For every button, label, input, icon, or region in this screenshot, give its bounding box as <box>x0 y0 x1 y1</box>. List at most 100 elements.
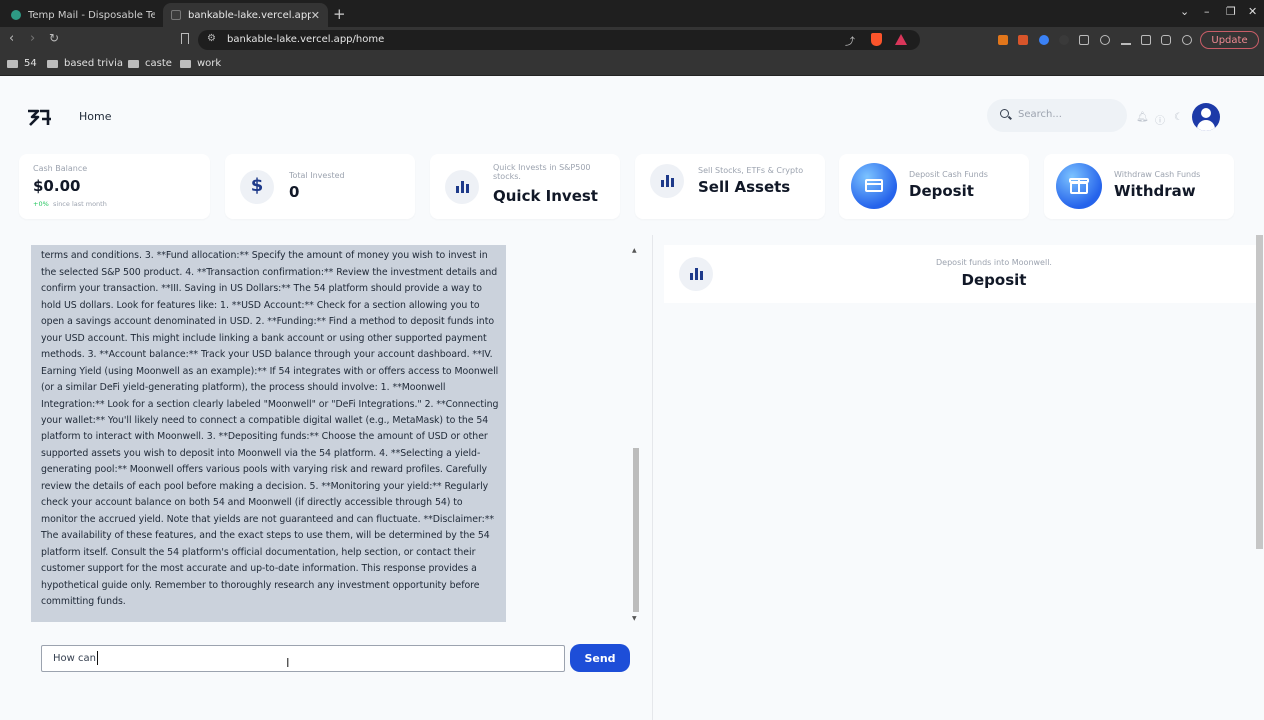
brave-rewards-icon[interactable] <box>895 34 907 45</box>
app-logo-icon[interactable] <box>26 107 52 127</box>
brave-shields-icon[interactable] <box>871 33 882 46</box>
card-label: Withdraw Cash Funds <box>1114 170 1201 179</box>
sell-assets-card[interactable]: Sell Stocks, ETFs & Crypto Sell Assets <box>635 154 825 219</box>
bookmark-folder-54[interactable]: 54 <box>7 58 37 69</box>
total-invested-card: $ Total Invested 0 <box>225 154 415 219</box>
minimize-icon[interactable]: – <box>1204 5 1210 18</box>
bookmark-label: work <box>197 58 222 69</box>
chat-message-bubble: Regulatory requirements, and then follow… <box>31 245 506 622</box>
restore-icon[interactable]: ❐ <box>1226 5 1236 18</box>
card-label: Cash Balance <box>33 164 88 173</box>
wallet-icon[interactable] <box>1161 35 1171 45</box>
tab-title: Temp Mail - Disposable Tem <box>28 9 155 21</box>
sell-assets-title: Sell Assets <box>698 178 791 196</box>
browser-tab-bar: Temp Mail - Disposable Tem bankable-lake… <box>0 0 1264 27</box>
withdraw-card[interactable]: Withdraw Cash Funds Withdraw <box>1044 154 1234 219</box>
folder-icon <box>47 59 58 68</box>
tab-bankable-lake[interactable]: bankable-lake.vercel.app/ ✕ <box>163 3 328 27</box>
cash-balance-card: Cash Balance $0.00 +0% since last month <box>19 154 210 219</box>
user-icon-body <box>1197 120 1215 131</box>
bookmark-label: 54 <box>24 58 37 69</box>
scroll-up-icon[interactable]: ▲ <box>632 247 637 254</box>
bell-icon[interactable]: 🔔︎ <box>1136 112 1149 123</box>
bookmark-page-icon[interactable] <box>181 33 189 44</box>
bookmarks-bar: 54 based trivia caste work <box>0 53 1264 76</box>
close-tab-icon[interactable]: ✕ <box>311 9 320 22</box>
change-note: since last month <box>53 200 107 208</box>
chat-input[interactable] <box>41 645 565 672</box>
bar-chart-icon <box>445 170 479 204</box>
close-window-icon[interactable]: ✕ <box>1248 5 1257 18</box>
deposit-panel: Deposit funds into Moonwell. Deposit <box>664 245 1258 303</box>
text-cursor <box>97 651 98 665</box>
bookmark-label: based trivia <box>64 58 123 69</box>
card-label: Quick Invests in S&P500 stocks. <box>493 163 591 181</box>
forward-icon[interactable]: › <box>30 31 35 46</box>
total-invested-value: 0 <box>289 183 300 201</box>
bookmark-folder-caste[interactable]: caste <box>128 58 172 69</box>
card-label: Total Invested <box>289 171 345 180</box>
bookmark-label: caste <box>145 58 172 69</box>
bookmark-folder-work[interactable]: work <box>180 58 221 69</box>
downloads-icon[interactable] <box>1121 35 1131 45</box>
search-input[interactable]: Search... <box>987 99 1127 132</box>
bookmark-folder-based-trivia[interactable]: based trivia <box>47 58 123 69</box>
credit-card-icon <box>851 163 897 209</box>
back-icon[interactable]: ‹ <box>9 31 14 46</box>
card-label: Deposit Cash Funds <box>909 170 988 179</box>
app-page: Home Search... 🔔︎ ⓘ ☾ Cash Balance $0.00… <box>0 77 1264 720</box>
withdraw-title: Withdraw <box>1114 182 1196 200</box>
share-icon[interactable]: ⤴ <box>845 33 855 48</box>
tab-temp-mail[interactable]: Temp Mail - Disposable Tem <box>3 3 163 27</box>
scroll-down-icon[interactable]: ▼ <box>632 615 637 622</box>
nav-home-link[interactable]: Home <box>79 110 111 123</box>
assistant-message-text: Regulatory requirements, and then follow… <box>41 250 499 607</box>
user-avatar[interactable] <box>1192 103 1220 131</box>
card-label: Sell Stocks, ETFs & Crypto <box>698 166 804 175</box>
leo-ai-icon[interactable] <box>1182 35 1192 45</box>
chat-scrollbar[interactable]: ▲ ▼ <box>631 245 640 622</box>
search-icon <box>1000 109 1009 118</box>
mouse-ibeam-cursor-icon: I <box>286 656 290 670</box>
deposit-panel-title: Deposit <box>961 271 1027 289</box>
deposit-title: Deposit <box>909 182 974 200</box>
site-settings-icon[interactable]: ⚙ <box>207 33 216 44</box>
folder-icon <box>128 59 139 68</box>
dollar-icon: $ <box>240 170 274 204</box>
tab-title: bankable-lake.vercel.app/ <box>188 9 311 21</box>
reload-icon[interactable]: ↻ <box>49 31 59 45</box>
media-icon[interactable] <box>1100 35 1110 45</box>
browser-toolbar: ‹ › ↻ ⚙ bankable-lake.vercel.app/home ⤴ <box>0 27 1264 53</box>
quick-invest-card[interactable]: Quick Invests in S&P500 stocks. Quick In… <box>430 154 620 219</box>
extension-icon[interactable] <box>1059 35 1069 45</box>
sidebar-icon[interactable] <box>1141 35 1151 45</box>
scrollbar-thumb[interactable] <box>633 448 639 612</box>
extensions-puzzle-icon[interactable] <box>1079 35 1089 45</box>
user-icon <box>1201 108 1211 118</box>
search-placeholder: Search... <box>1018 109 1062 120</box>
change-percent: +0% <box>33 200 49 208</box>
address-url: bankable-lake.vercel.app/home <box>227 34 385 45</box>
folder-icon <box>180 59 191 68</box>
new-tab-icon[interactable]: + <box>333 5 346 23</box>
deposit-panel-subtitle: Deposit funds into Moonwell. <box>936 258 1052 267</box>
send-button[interactable]: Send <box>570 644 630 672</box>
extension-icon[interactable] <box>1039 35 1049 45</box>
cash-balance-value: $0.00 <box>33 177 81 195</box>
info-icon[interactable]: ⓘ <box>1155 112 1165 127</box>
panel-divider <box>652 235 653 720</box>
folder-icon <box>7 59 18 68</box>
page-scrollbar-thumb[interactable] <box>1256 235 1263 549</box>
deposit-card[interactable]: Deposit Cash Funds Deposit <box>839 154 1029 219</box>
metamask-extension-icon[interactable] <box>998 35 1008 45</box>
gift-icon <box>1056 163 1102 209</box>
quick-invest-title: Quick Invest <box>493 187 598 205</box>
chat-text-field[interactable] <box>42 646 564 671</box>
address-bar[interactable]: ⚙ bankable-lake.vercel.app/home ⤴ <box>198 30 920 50</box>
tab-search-chevron-icon[interactable]: ⌄ <box>1180 5 1189 18</box>
moon-icon[interactable]: ☾ <box>1174 112 1183 123</box>
update-button[interactable]: Update <box>1200 31 1259 49</box>
bar-chart-icon <box>650 164 684 198</box>
temp-mail-favicon-icon <box>11 10 21 20</box>
extension-icon[interactable] <box>1018 35 1028 45</box>
